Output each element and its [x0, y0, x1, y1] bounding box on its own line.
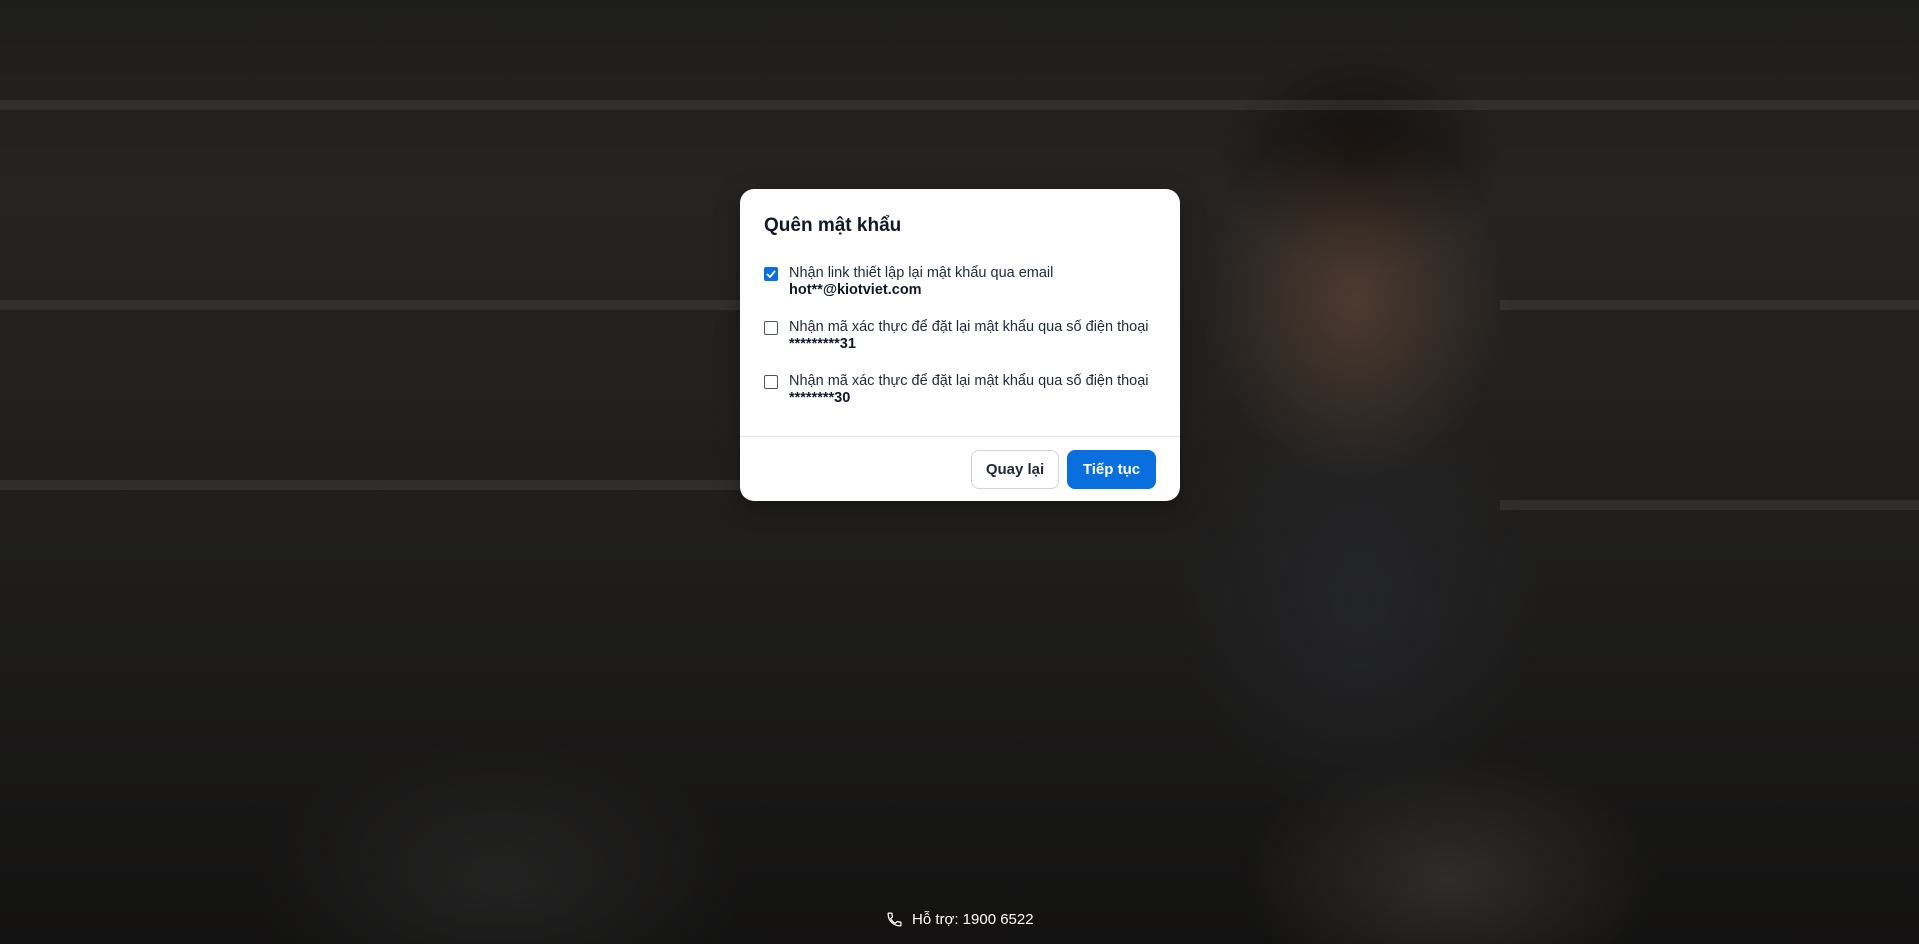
checkbox-email[interactable]: [764, 267, 778, 281]
support-text: Hỗ trợ: 1900 6522: [912, 911, 1034, 928]
support-hotline[interactable]: Hỗ trợ: 1900 6522: [886, 911, 1034, 928]
option-email-label: Nhận link thiết lập lại mật khẩu qua ema…: [789, 265, 1054, 281]
phone-icon: [887, 912, 902, 927]
option-phone-2-value: ********30: [789, 390, 851, 406]
check-icon: [766, 270, 776, 278]
option-phone-2-label: Nhận mã xác thực để đặt lại mật khẩu qua…: [789, 373, 1149, 389]
option-phone-1-label: Nhận mã xác thực để đặt lại mật khẩu qua…: [789, 319, 1149, 335]
checkbox-phone-1[interactable]: [764, 321, 778, 335]
continue-button[interactable]: Tiếp tục: [1067, 450, 1156, 489]
option-phone-1[interactable]: Nhận mã xác thực để đặt lại mật khẩu qua…: [764, 319, 1149, 353]
option-email-value: hot**@kiotviet.com: [789, 282, 922, 298]
option-email[interactable]: Nhận link thiết lập lại mật khẩu qua ema…: [764, 265, 1053, 299]
option-phone-1-value: *********31: [789, 336, 856, 352]
forgot-password-dialog: Quên mật khẩu Nhận link thiết lập lại mậ…: [740, 189, 1180, 501]
dialog-title: Quên mật khẩu: [764, 215, 902, 236]
option-phone-2[interactable]: Nhận mã xác thực để đặt lại mật khẩu qua…: [764, 373, 1149, 407]
back-button[interactable]: Quay lại: [971, 450, 1059, 489]
dialog-divider: [740, 436, 1180, 437]
checkbox-phone-2[interactable]: [764, 375, 778, 389]
